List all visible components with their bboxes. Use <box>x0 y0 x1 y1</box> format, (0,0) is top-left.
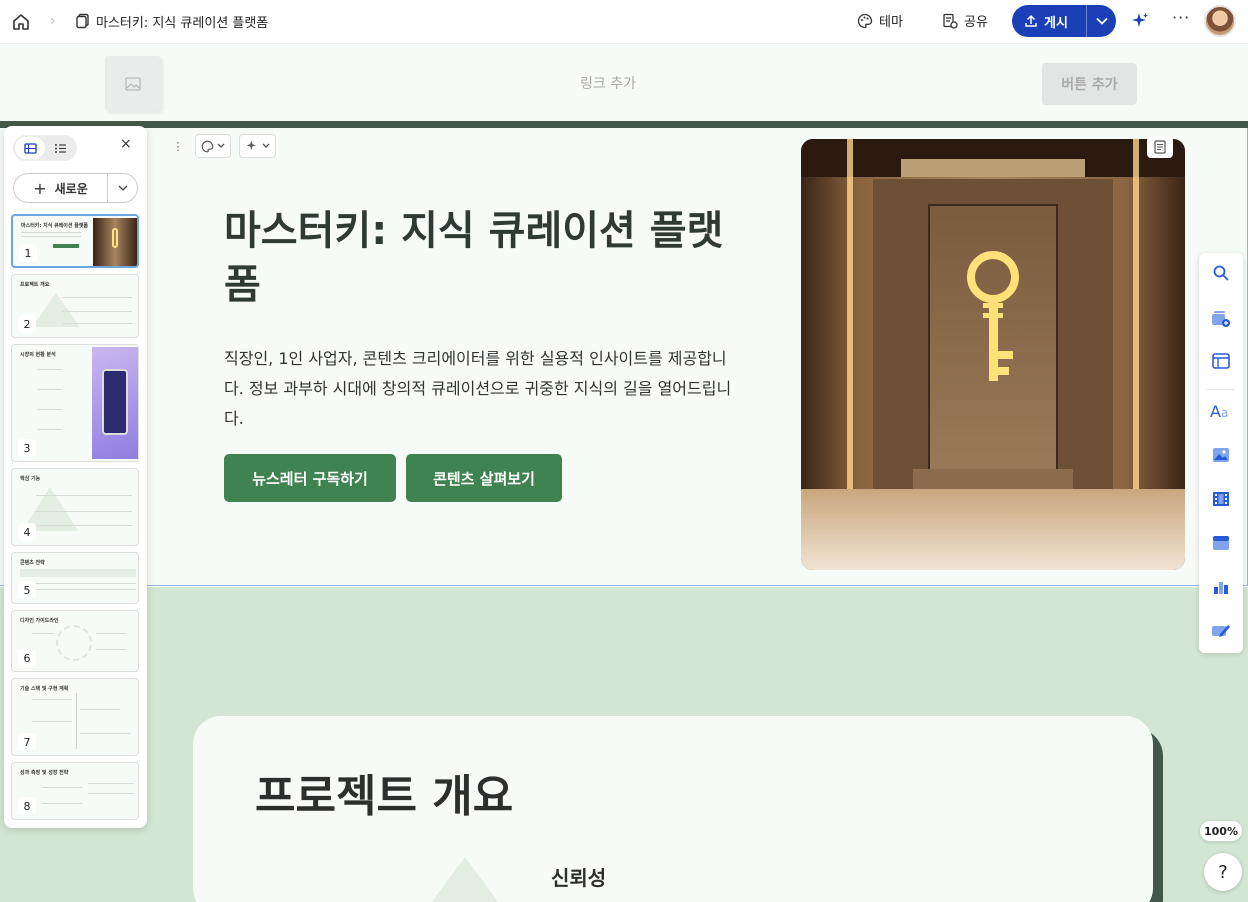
triangle-shape <box>431 857 499 902</box>
palette-icon <box>857 13 873 28</box>
block-menu-icon[interactable]: ⋮ <box>169 134 187 158</box>
close-panel-button[interactable]: × <box>120 136 132 152</box>
publish-label: 게시 <box>1044 15 1068 31</box>
new-slide-button[interactable]: + 새로운 <box>13 173 138 203</box>
slide-thumb-title: 콘텐츠 전략 <box>20 560 45 566</box>
slide-thumbnail[interactable]: 시장의 현황 분석 3 <box>11 344 139 462</box>
slide-thumbnail[interactable]: 핵심 기능 4 <box>11 468 139 546</box>
slide-thumbnail[interactable]: 성과 측정 및 성장 전략 8 <box>11 762 139 820</box>
ai-sparkle-icon <box>246 140 257 151</box>
slide-thumb-title: 핵심 기능 <box>20 476 41 482</box>
filmstrip-icon <box>23 142 37 154</box>
ai-sparkle-icon[interactable] <box>1130 11 1150 31</box>
slide-thumbnail[interactable]: 기술 스택 및 구현 계획 7 <box>11 678 139 756</box>
slide-thumbnail[interactable]: 마스터키: 지식 큐레이션 플랫폼 1 <box>11 214 139 268</box>
browse-content-button[interactable]: 콘텐츠 살펴보기 <box>406 454 562 502</box>
user-avatar[interactable] <box>1204 5 1236 37</box>
layout-icon[interactable] <box>1209 349 1233 373</box>
new-slide-dropdown[interactable] <box>107 174 137 202</box>
slide-thumb-title: 성과 측정 및 성장 전략 <box>20 770 69 776</box>
zoom-level[interactable]: 100% <box>1200 821 1242 841</box>
view-toggle <box>13 135 77 161</box>
palette-icon <box>201 140 214 152</box>
slide-thumb-title: 시장의 현황 분석 <box>20 352 56 358</box>
slide-number: 8 <box>18 797 36 815</box>
plus-icon: + <box>33 178 47 198</box>
theme-button[interactable]: 테마 <box>857 11 903 30</box>
slide-number: 5 <box>18 581 36 599</box>
upload-icon <box>1025 14 1037 27</box>
home-icon[interactable] <box>11 12 31 32</box>
slide-thumb-title: 마스터키: 지식 큐레이션 플랫폼 <box>21 223 89 229</box>
slides-panel: × + 새로운 마스터키: 지식 큐레이션 플랫폼 1 프로젝트 개요 2 시장의… <box>4 126 147 828</box>
chevron-down-icon <box>262 143 270 148</box>
insert-toolbar: Aa <box>1199 253 1243 653</box>
chevron-down-icon <box>217 143 225 148</box>
subscribe-newsletter-button[interactable]: 뉴스레터 구독하기 <box>224 454 396 502</box>
site-header: 링크 추가 버튼 추가 <box>0 45 1248 121</box>
publish-dropdown[interactable] <box>1086 5 1116 37</box>
notes-icon[interactable] <box>1147 136 1173 158</box>
document-title[interactable]: 마스터키: 지식 큐레이션 플랫폼 <box>96 12 268 31</box>
slide-number: 2 <box>18 315 36 333</box>
new-slide-label: 새로운 <box>54 181 88 196</box>
theme-label: 테마 <box>879 15 903 30</box>
slide-number: 6 <box>18 649 36 667</box>
overview-title[interactable]: 프로젝트 개요 <box>255 760 513 824</box>
help-button[interactable]: ? <box>1204 853 1242 891</box>
slide-thumbnail[interactable]: 디자인 가이드라인 6 <box>11 610 139 672</box>
publish-button[interactable]: 게시 <box>1012 5 1116 37</box>
list-icon <box>54 143 66 153</box>
logo-placeholder[interactable] <box>105 56 161 111</box>
video-icon[interactable] <box>1209 487 1233 511</box>
hero-description[interactable]: 직장인, 1인 사업자, 콘텐츠 크리에이터를 위한 실용적 인사이트를 제공합… <box>224 344 744 434</box>
grid-view-button[interactable] <box>15 137 45 159</box>
slide-number: 4 <box>18 523 36 541</box>
share-doc-icon <box>943 13 958 29</box>
add-link[interactable]: 링크 추가 <box>580 73 636 93</box>
list-view-button[interactable] <box>45 137 75 159</box>
hero-title[interactable]: 마스터키: 지식 큐레이션 플랫폼 <box>224 204 744 312</box>
document-icon <box>76 13 89 29</box>
hero-section: ⋮ 마스터키: 지식 큐레이션 플랫폼 직장인, 1인 사업자, 콘텐츠 크리에… <box>0 128 1248 586</box>
hero-key-image[interactable] <box>801 139 1185 570</box>
share-button[interactable]: 공유 <box>942 11 988 30</box>
slide-number: 3 <box>18 439 36 457</box>
divider <box>0 121 1248 128</box>
block-style-button[interactable] <box>195 134 231 158</box>
share-label: 공유 <box>964 15 988 30</box>
slide-number: 1 <box>19 244 37 262</box>
image-icon[interactable] <box>1209 443 1233 467</box>
overview-card: 프로젝트 개요 신뢰성 <box>193 716 1153 902</box>
svg-text:A: A <box>1210 402 1221 420</box>
block-ai-button[interactable] <box>239 134 276 158</box>
more-options-button[interactable]: ··· <box>1172 8 1190 27</box>
chevron-down-icon <box>1095 17 1108 25</box>
slide-thumbnail[interactable]: 프로젝트 개요 2 <box>11 274 139 338</box>
slide-thumb-title: 디자인 가이드라인 <box>20 618 59 624</box>
add-card-icon[interactable] <box>1209 307 1233 331</box>
search-icon[interactable] <box>1209 261 1233 285</box>
svg-text:a: a <box>1221 406 1228 420</box>
chart-icon[interactable] <box>1209 575 1233 599</box>
edit-form-icon[interactable] <box>1209 619 1233 643</box>
overview-section: 프로젝트 개요 신뢰성 <box>0 587 1248 902</box>
text-icon[interactable]: Aa <box>1209 399 1233 423</box>
chevron-right-icon: › <box>50 13 56 29</box>
block-toolbar: ⋮ <box>169 134 276 158</box>
chevron-down-icon <box>118 185 127 191</box>
slide-thumbnail[interactable]: 콘텐츠 전략 5 <box>11 552 139 604</box>
embed-icon[interactable] <box>1209 531 1233 555</box>
slide-number: 7 <box>18 733 36 751</box>
top-bar: › 마스터키: 지식 큐레이션 플랫폼 테마 공유 게시 ··· <box>0 0 1248 44</box>
add-button[interactable]: 버튼 추가 <box>1042 63 1137 105</box>
slide-thumb-title: 프로젝트 개요 <box>20 282 50 288</box>
slide-thumb-title: 기술 스택 및 구현 계획 <box>20 686 69 692</box>
image-icon <box>125 76 141 91</box>
overview-item-title[interactable]: 신뢰성 <box>551 862 606 891</box>
